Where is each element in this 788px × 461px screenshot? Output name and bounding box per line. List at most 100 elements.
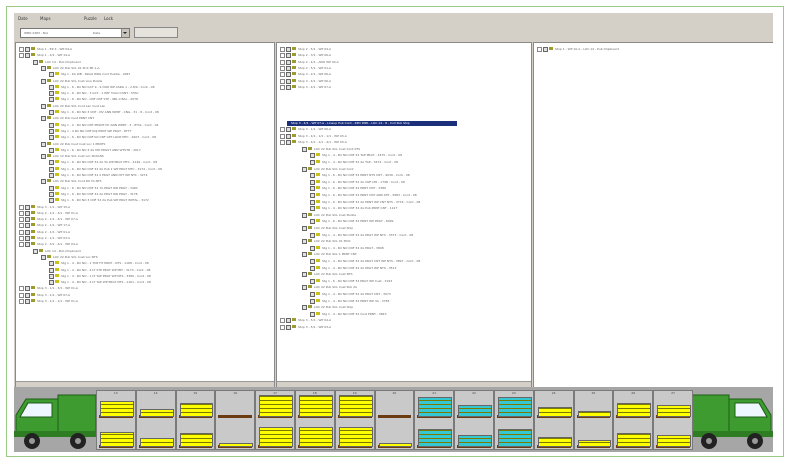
trailer-cell[interactable]: 14: [135, 390, 176, 450]
expand-toggle-icon[interactable]: [280, 140, 285, 146]
checkbox[interactable]: [49, 280, 54, 286]
tree-row[interactable]: Stop 3 - 4/1 - WP 07-A: [277, 84, 527, 90]
checkbox[interactable]: [49, 110, 54, 115]
menu-item-date[interactable]: Date: [18, 16, 28, 21]
tree-row[interactable]: Stop 2 - 1/1 - WP 17-A: [16, 223, 266, 229]
checkbox[interactable]: [25, 204, 30, 210]
tree-row[interactable]: Stop 3 - 5/1 - WP 04-A: [277, 318, 527, 324]
checkbox[interactable]: [310, 265, 315, 271]
route-select[interactable]: WBO 2483 - N/A Date: [20, 28, 130, 38]
expand-toggle-icon[interactable]: [19, 229, 24, 235]
checkbox[interactable]: [49, 166, 54, 172]
checkbox[interactable]: [25, 236, 30, 241]
tree-row[interactable]: Stg 1 - 6 - KO NO 3 CNF 34 2A Pub WP PRG…: [16, 198, 266, 204]
expand-toggle-icon[interactable]: [280, 318, 285, 324]
tree-row[interactable]: Stop 2 - 1/1 - WP 03-A: [16, 236, 266, 241]
tree-row[interactable]: Stg 1 - 6 - KO NO CNF 34 2A PRGT WR PRGT…: [16, 191, 266, 197]
checkbox[interactable]: [49, 160, 54, 166]
trailer-cell[interactable]: 26: [613, 390, 654, 450]
tree-row[interactable]: LOC 22 Pub SCL 01 PICK: [277, 239, 527, 245]
checkbox[interactable]: [302, 305, 307, 311]
checkbox[interactable]: [310, 199, 315, 205]
checkbox[interactable]: [286, 133, 291, 139]
tree-row[interactable]: Stg 1 - 6 - KO NO GCT 9 - 9 CNO WP ASRG …: [16, 84, 266, 90]
tree-row[interactable]: Stg 1 - 6 - KO NO CNF 34 PRNT WP PRGT - …: [277, 219, 527, 225]
tree-row[interactable]: Stop 1 - WP 10-A - LOC 14 - Pub Chipboar…: [534, 47, 773, 52]
expand-toggle-icon[interactable]: [280, 133, 285, 139]
expand-toggle-icon[interactable]: [280, 78, 285, 84]
checkbox[interactable]: [41, 103, 46, 109]
tree-row[interactable]: Stg 1 - 4 - KO NO - 4 LT TAP WP PRGT NTS…: [16, 280, 266, 286]
checkbox[interactable]: [41, 179, 46, 185]
expand-toggle-icon[interactable]: [19, 47, 24, 52]
tree-row[interactable]: Stop 3 - 1/1 - WP 07-A: [16, 292, 266, 298]
tree-row[interactable]: Stg 1 - 6 - KO NO - 3 GCT - 1 PRF TALO C…: [16, 91, 266, 97]
checkbox[interactable]: [310, 186, 315, 192]
tree-row[interactable]: Stg 1 - 4 - KO NO CNF 34 2A PRGT WP NTS …: [277, 265, 527, 271]
checkbox[interactable]: [49, 122, 54, 128]
checkbox[interactable]: [33, 248, 38, 254]
tree-row[interactable]: LOC 12 Pub SCL Cust Loc KOULNS: [16, 154, 266, 160]
checkbox[interactable]: [25, 292, 30, 298]
left-tree-panel[interactable]: Stop 1 - EZ 4 - WP 04-A Stop 1 - 4/1 - WP…: [15, 42, 275, 388]
tree-row[interactable]: Stg 1 - 2 - KO NO CNT PRSNT NY ANN WPRT …: [16, 122, 266, 128]
tree-row[interactable]: Stop 1 - 4/1 - WP 14-A: [16, 53, 266, 59]
tree-row[interactable]: LOC 22 Pub SCL Cont Lan Cust Lan: [16, 103, 266, 109]
checkbox[interactable]: [41, 65, 46, 71]
expand-toggle-icon[interactable]: [280, 72, 285, 78]
chevron-down-icon[interactable]: [121, 29, 129, 37]
checkbox[interactable]: [310, 219, 315, 225]
checkbox[interactable]: [302, 272, 307, 278]
expand-toggle-icon[interactable]: [19, 204, 24, 210]
tree-row[interactable]: Stop 2 - 1/1 - WP 01-A: [16, 229, 266, 235]
tree-row[interactable]: Stop 3 - 1/1 - 3/1 - WP 01-A: [16, 286, 266, 292]
tree-row[interactable]: Stg 1 - 4 KO NO CNF KOJ PRNT WP PRGT - 8…: [16, 128, 266, 134]
checkbox[interactable]: [25, 217, 30, 223]
tree-row[interactable]: Stop 2 - 1/1 - 3/1 - WP 01-A: [16, 210, 266, 216]
tree-row[interactable]: Stg 1 - 4 - KO NO CNF 34 2A Pub PRNT CNT…: [277, 206, 527, 212]
tree-row[interactable]: LOC 22 Pub SCL Cust Cont: [277, 166, 527, 172]
tree-row[interactable]: Stg 1 - 6 - KO NO - CNF CNF STP - 9BL 0 …: [16, 97, 266, 103]
trailer-cell[interactable]: 15: [175, 390, 216, 450]
checkbox[interactable]: [543, 47, 548, 52]
checkbox[interactable]: [49, 135, 54, 141]
menu-item-puzzle[interactable]: Puzzle: [84, 16, 97, 21]
checkbox[interactable]: [302, 146, 307, 152]
tree-row[interactable]: Stop 3 - 5/1 - WP 03-A: [277, 325, 527, 330]
checkbox[interactable]: [286, 47, 291, 52]
checkbox[interactable]: [310, 193, 315, 198]
checkbox[interactable]: [302, 226, 307, 231]
checkbox[interactable]: [49, 84, 54, 90]
checkbox[interactable]: [310, 245, 315, 251]
checkbox[interactable]: [302, 285, 307, 291]
trailer-cell[interactable]: 21: [414, 390, 455, 450]
trailer-cell[interactable]: 27: [653, 390, 693, 450]
tree-row[interactable]: Stop 1 - EZ 4 - WP 04-A: [16, 47, 266, 52]
tree-row[interactable]: Stg 1 - 6 - KO NO CNF 34 PRNT CNT - 3389: [277, 186, 527, 192]
right-tree-panel[interactable]: Stop 1 - WP 10-A - LOC 14 - Pub Chipboar…: [533, 42, 773, 388]
menu-item-maps[interactable]: Maps: [40, 16, 51, 21]
tree-row[interactable]: Stg 1 - 6 - KO NO CNF 34 2A Pub 1 WP PRG…: [16, 166, 266, 172]
tree-row[interactable]: Stg 1 - 4 - KO NO CNF 34 2A PRGT CNT - 3…: [277, 292, 527, 297]
checkbox[interactable]: [25, 299, 30, 304]
tree-row[interactable]: Stg 1 - 6 - KO NO CNF KO CNF CPT LOOP MT…: [16, 135, 266, 141]
tree-row[interactable]: Stg 1 - 6 - KO NO CNF 34 7A PRGT WR PRGT…: [16, 185, 266, 191]
expand-toggle-icon[interactable]: [19, 242, 24, 248]
checkbox[interactable]: [286, 65, 291, 71]
middle-tree-panel[interactable]: Stop 3 - 4/1 - WP 07-A - Lineup Pub Cont…: [276, 42, 532, 388]
tree-row[interactable]: Stop 3 - 1/1 - WP 06-A: [277, 127, 527, 132]
tree-row[interactable]: Stop 3 - 1/1 - 1/1 - WP 01-A: [16, 299, 266, 304]
expand-toggle-icon[interactable]: [19, 53, 24, 59]
tree-row[interactable]: Stop 2 - 3/1 - WP 06-A: [277, 53, 527, 59]
tree-row[interactable]: Stg 1 - 6 - KO NO CNF 34 2A PRNT WP CNT …: [277, 199, 527, 205]
trailer-cell[interactable]: 19: [334, 390, 375, 450]
checkbox[interactable]: [286, 53, 291, 59]
expand-toggle-icon[interactable]: [280, 325, 285, 330]
tree-row[interactable]: LOC 22 Pub SCL Cust NTS: [277, 272, 527, 278]
checkbox[interactable]: [33, 59, 38, 65]
trailer-cell[interactable]: 24: [533, 390, 574, 450]
tree-row[interactable]: LOC 22 Pub SCL Cust Puzzle: [277, 212, 527, 218]
tree-row[interactable]: LOC 14 - Pub Chipboard: [16, 248, 266, 254]
checkbox[interactable]: [41, 154, 46, 160]
trailer-cell[interactable]: 25: [573, 390, 614, 450]
